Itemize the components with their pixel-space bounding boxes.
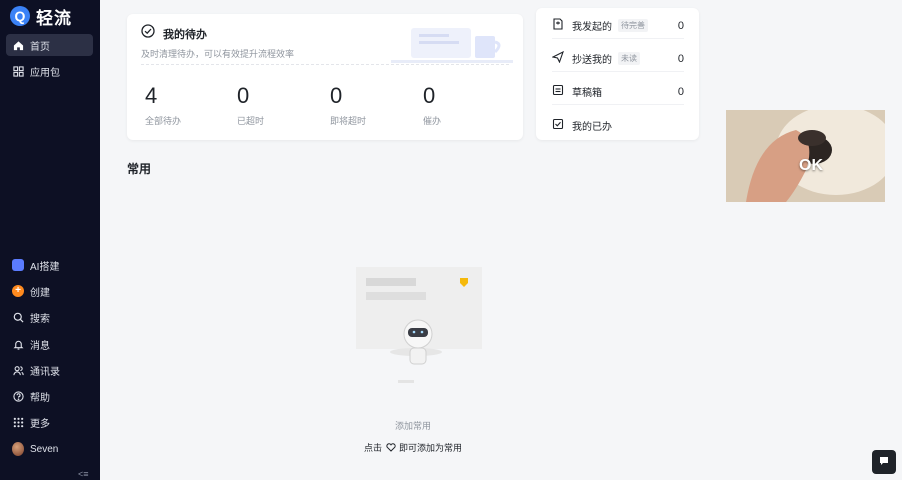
chat-button[interactable] <box>872 450 896 474</box>
sidebar-item-create[interactable]: + 创建 <box>6 280 93 302</box>
grid-icon <box>12 65 24 77</box>
empty-state-hint: 点击 即可添加为常用 <box>363 443 463 454</box>
row-cc[interactable]: 抄送我的 未读 0 <box>551 46 684 72</box>
stat-overdue[interactable]: 0 已超时 <box>237 84 317 127</box>
row-count: 0 <box>677 85 684 98</box>
sidebar-item-label: 应用包 <box>30 67 60 79</box>
sidebar-item-home[interactable]: 首页 <box>6 34 93 56</box>
todo-subtitle: 及时清理待办，可以有效提升流程效率 <box>141 49 295 59</box>
ai-icon <box>12 259 24 271</box>
video-caption: OK <box>799 157 823 174</box>
app-logo[interactable]: Q 轻流 <box>10 4 72 28</box>
process-panel: 我发起的 待完善 0 抄送我的 未读 0 草稿箱 0 我的已办 <box>536 8 699 140</box>
row-tag: 未读 <box>618 52 640 65</box>
stat-value: 0 <box>237 83 250 108</box>
todo-header: 我的待办 <box>141 24 207 43</box>
send-icon <box>551 50 564 66</box>
sidebar-item-label: 首页 <box>30 41 50 53</box>
sidebar-item-help[interactable]: 帮助 <box>6 385 93 407</box>
row-initiated[interactable]: 我发起的 待完善 0 <box>552 13 684 39</box>
empty-state-title: 添加常用 <box>394 421 431 431</box>
empty-state-illustration <box>356 267 482 383</box>
row-count: 0 <box>677 52 684 65</box>
stat-due-soon[interactable]: 0 即将超时 <box>330 84 410 127</box>
app-name: 轻流 <box>36 8 72 28</box>
sidebar-item-messages[interactable]: 消息 <box>6 333 93 355</box>
stat-label: 即将超时 <box>330 116 367 126</box>
contacts-icon <box>12 364 24 376</box>
plus-icon: + <box>12 285 24 297</box>
stat-value: 4 <box>145 83 158 108</box>
sidebar-item-label: 创建 <box>30 287 50 299</box>
stat-label: 已超时 <box>237 116 265 126</box>
divider <box>141 64 509 65</box>
search-icon <box>12 311 24 323</box>
sidebar-item-label: 帮助 <box>30 392 50 404</box>
check-circle-icon <box>141 24 155 43</box>
check-box-icon <box>552 118 564 133</box>
draft-icon <box>552 84 564 99</box>
sidebar-item-contacts[interactable]: 通讯录 <box>6 359 93 381</box>
collapse-sidebar-icon[interactable]: <≡ <box>78 469 89 479</box>
dog-image <box>726 110 885 202</box>
logo-icon: Q <box>10 6 30 26</box>
chat-icon <box>879 453 889 471</box>
row-label: 我发起的 <box>572 22 612 33</box>
sidebar-item-ai-build[interactable]: AI搭建 <box>6 254 93 276</box>
home-icon <box>12 39 24 51</box>
sidebar-item-search[interactable]: 搜索 <box>6 306 93 328</box>
todo-title: 我的待办 <box>163 28 207 41</box>
section-title-common: 常用 <box>127 162 152 176</box>
sidebar-item-label: AI搭建 <box>30 261 60 273</box>
row-label: 草稿箱 <box>572 88 602 99</box>
row-done[interactable]: 我的已办 <box>552 112 684 138</box>
sidebar-item-label: 搜索 <box>30 313 50 325</box>
stat-label: 催办 <box>423 116 442 126</box>
bell-icon <box>12 338 24 350</box>
row-drafts[interactable]: 草稿箱 0 <box>552 79 684 105</box>
sidebar-item-label: 通讯录 <box>30 366 60 378</box>
row-tag: 待完善 <box>618 19 648 32</box>
help-icon <box>12 390 24 402</box>
stat-value: 0 <box>330 83 343 108</box>
stat-all-todo[interactable]: 4 全部待办 <box>145 84 225 127</box>
sidebar-item-app-packages[interactable]: 应用包 <box>6 60 93 82</box>
video-overlay: OK <box>726 110 885 202</box>
stat-label: 全部待办 <box>145 116 182 126</box>
row-count: 0 <box>677 19 684 32</box>
row-label: 我的已办 <box>572 121 612 133</box>
todo-card: 我的待办 及时清理待办，可以有效提升流程效率 4 全部待办 0 已超时 0 即将… <box>127 14 523 140</box>
sidebar: Q 轻流 首页 应用包 AI搭建 + 创建 搜索 消息 通讯录 帮助 更多 Se… <box>0 0 100 480</box>
sidebar-item-label: 消息 <box>30 340 50 352</box>
stat-urged[interactable]: 0 催办 <box>423 84 503 127</box>
doc-add-icon <box>552 18 564 33</box>
row-label: 抄送我的 <box>572 55 612 66</box>
heart-icon <box>385 443 396 454</box>
stat-value: 0 <box>423 83 436 108</box>
